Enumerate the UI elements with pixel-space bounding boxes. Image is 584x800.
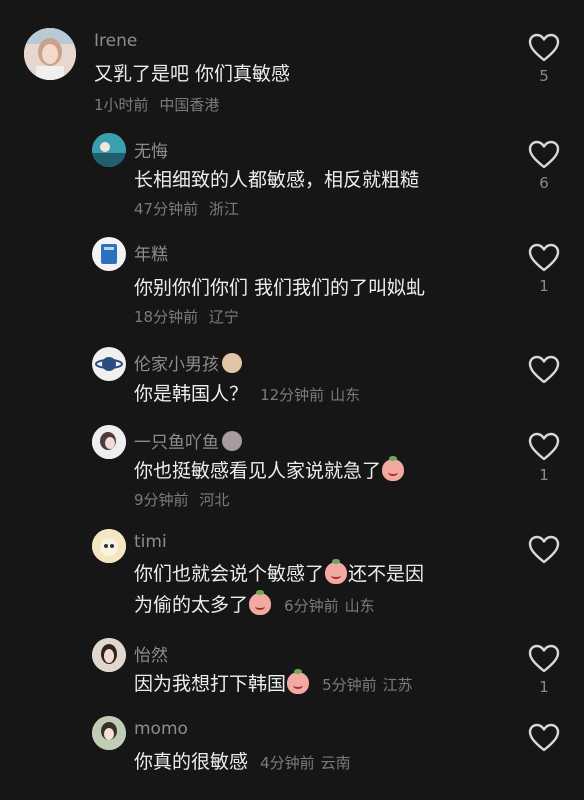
comment-location: 河北	[199, 491, 230, 509]
comment-text-content: 你也挺敏感看见人家说就急了	[134, 460, 382, 482]
username-text: 伦家小男孩	[134, 355, 219, 375]
avatar[interactable]	[92, 237, 126, 271]
comment-meta: 18分钟前 辽宁	[134, 307, 239, 327]
comment-text-content: 还不是因	[348, 563, 425, 585]
comment-text-line-1: 你们也就会说个敏感了 还不是因	[134, 559, 424, 590]
like-button[interactable]: 1	[526, 644, 562, 696]
comment-location: 山东	[344, 597, 375, 615]
comment-location: 中国香港	[159, 96, 220, 114]
heart-icon	[528, 355, 560, 384]
comment-text-content: 你们也就会说个敏感了	[134, 563, 325, 585]
like-button[interactable]: 1	[526, 432, 562, 484]
comment-text-content: 你是韩国人？	[134, 383, 249, 405]
heart-icon	[528, 432, 560, 461]
comment-location: 浙江	[208, 200, 239, 218]
comment-text: 你是韩国人？ 12分钟前 山东	[134, 379, 360, 411]
comment-location: 山东	[330, 386, 361, 404]
comment-time: 12分钟前	[260, 386, 325, 404]
like-count: 1	[539, 466, 549, 484]
comment-meta: 1小时前 中国香港	[94, 95, 219, 115]
like-count: 1	[539, 678, 549, 696]
comment-time: 47分钟前	[134, 200, 199, 218]
comment-time: 1小时前	[94, 96, 149, 114]
avatar-image	[92, 716, 126, 750]
comment-text-content: 为偷的太多了	[134, 594, 249, 616]
heart-icon	[528, 535, 560, 564]
avatar[interactable]	[92, 638, 126, 672]
peach-emoji-icon	[382, 456, 405, 481]
like-button[interactable]	[526, 723, 562, 753]
comment-username[interactable]: 一只鱼吖鱼	[134, 428, 242, 453]
comment-text: 长相细致的人都敏感，相反就粗糙	[134, 169, 420, 191]
comment-username[interactable]: Irene	[94, 31, 137, 51]
comment-text: 又乳了是吧 你们真敏感	[94, 63, 291, 85]
comment-time: 18分钟前	[134, 308, 199, 326]
heart-icon	[528, 140, 560, 169]
comment-text-content: 你真的很敏感	[134, 751, 249, 773]
like-button[interactable]	[526, 535, 562, 565]
comment-username[interactable]: timi	[134, 532, 167, 552]
comment-text: 你也挺敏感看见人家说就急了	[134, 456, 405, 487]
like-button[interactable]: 6	[526, 140, 562, 192]
avatar-image	[92, 133, 126, 167]
comment-meta: 47分钟前 浙江	[134, 199, 239, 219]
like-count: 5	[539, 67, 549, 85]
comment-username[interactable]: 伦家小男孩	[134, 350, 242, 375]
comment-time: 5分钟前	[322, 676, 377, 694]
peach-emoji-icon	[287, 669, 310, 694]
comment-text: 你真的很敏感 4分钟前 云南	[134, 747, 351, 779]
like-count: 1	[539, 277, 549, 295]
boy-emoji-icon	[222, 353, 242, 373]
comment-meta: 9分钟前 河北	[134, 490, 229, 510]
heart-icon	[528, 243, 560, 272]
comment-text: 因为我想打下韩国 5分钟前 江苏	[134, 669, 413, 701]
avatar-image	[92, 425, 126, 459]
like-button[interactable]	[526, 355, 562, 385]
heart-icon	[528, 33, 560, 62]
comment-text-content: 因为我想打下韩国	[134, 673, 287, 695]
avatar[interactable]	[92, 529, 126, 563]
comment-time: 9分钟前	[134, 491, 189, 509]
heart-icon	[528, 644, 560, 673]
like-count: 6	[539, 174, 549, 192]
avatar-image	[24, 28, 76, 80]
avatar[interactable]	[24, 28, 76, 80]
comment-text-line-2: 为偷的太多了 6分钟前 山东	[134, 590, 375, 622]
avatar[interactable]	[92, 425, 126, 459]
comment-username[interactable]: 年糕	[134, 240, 168, 265]
comment-location: 辽宁	[208, 308, 239, 326]
comment-location: 云南	[320, 754, 351, 772]
comment-username[interactable]: 无悔	[134, 137, 168, 162]
sea-urchin-emoji-icon	[222, 431, 242, 451]
comment-time: 4分钟前	[260, 754, 315, 772]
avatar-image	[92, 529, 126, 563]
comment-username[interactable]: momo	[134, 719, 188, 739]
book-icon	[101, 244, 117, 264]
username-text: 一只鱼吖鱼	[134, 433, 219, 453]
avatar[interactable]	[92, 133, 126, 167]
peach-emoji-icon	[325, 559, 348, 584]
comment-time: 6分钟前	[284, 597, 339, 615]
avatar[interactable]	[92, 347, 126, 381]
peach-emoji-icon	[249, 590, 272, 615]
comment-username[interactable]: 怡然	[134, 641, 168, 666]
avatar[interactable]	[92, 716, 126, 750]
planet-icon	[95, 357, 123, 371]
like-button[interactable]: 5	[526, 33, 562, 85]
comment-text: 你别你们你们 我们我们的了叫姒虬	[134, 277, 426, 299]
like-button[interactable]: 1	[526, 243, 562, 295]
comment-location: 江苏	[382, 676, 413, 694]
avatar-image	[92, 638, 126, 672]
heart-icon	[528, 723, 560, 752]
